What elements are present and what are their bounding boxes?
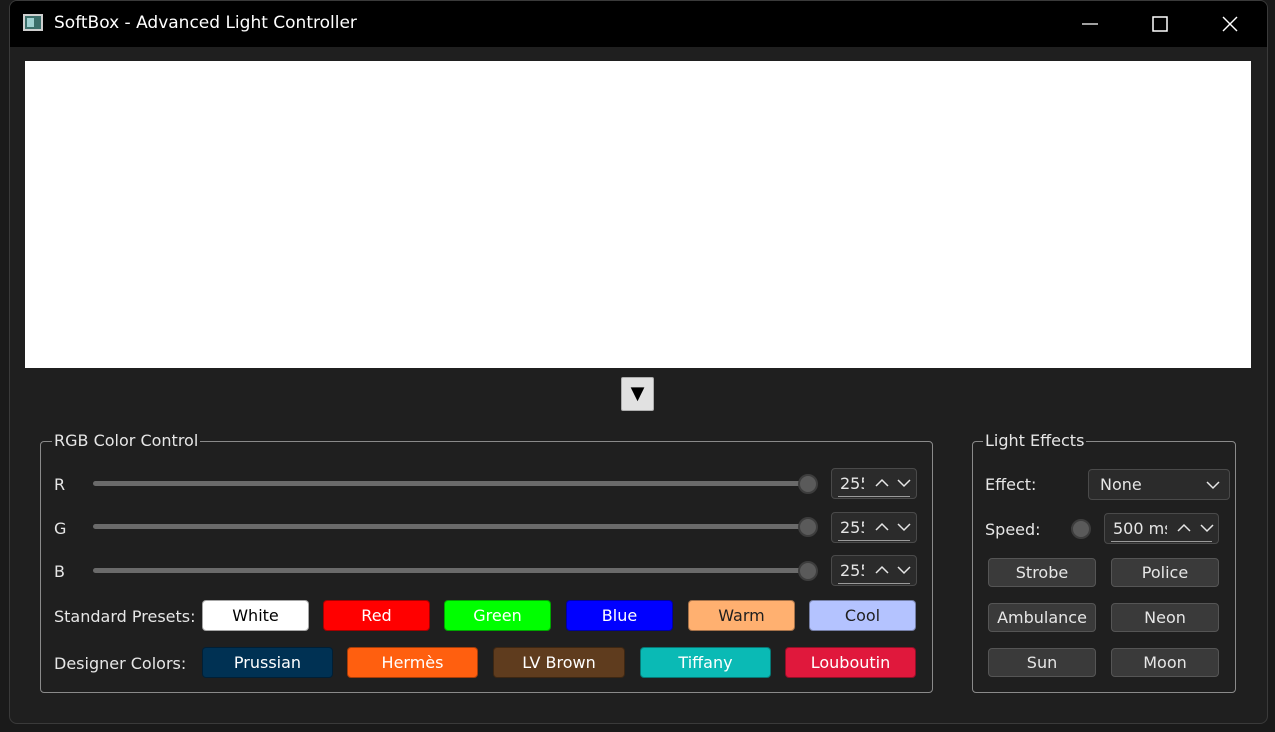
designer-lv-brown-button[interactable]: LV Brown [493,647,625,678]
chevron-down-icon[interactable] [897,564,911,576]
speed-slider-thumb[interactable] [1071,519,1091,539]
rgb-group-title: RGB Color Control [52,431,201,450]
minimize-button[interactable] [1055,1,1125,47]
channel-b-label: B [54,562,65,581]
chevron-up-icon[interactable] [875,564,889,576]
spinbox-r-value: 255 [840,474,864,493]
collapse-toggle-button[interactable]: ▼ [621,377,654,411]
designer-louboutin-button[interactable]: Louboutin [785,647,916,678]
slider-b-track[interactable] [93,568,817,573]
spinbox-g[interactable]: 255 [831,512,917,543]
preset-cool-button[interactable]: Cool [809,600,916,631]
slider-r-track[interactable] [93,481,817,486]
preset-blue-button[interactable]: Blue [566,600,673,631]
effect-strobe-button[interactable]: Strobe [988,558,1096,587]
effect-police-button[interactable]: Police [1111,558,1219,587]
minimize-icon [1082,23,1098,25]
spinbox-underline [838,540,910,541]
maximize-button[interactable] [1125,1,1195,47]
rgb-color-control-group: RGB Color Control R 255 G 255 B 255 [40,431,933,693]
spinbox-underline [838,583,910,584]
effects-group-title: Light Effects [983,431,1087,450]
slider-g-thumb[interactable] [798,517,818,537]
chevron-down-icon[interactable] [897,521,911,533]
spinbox-b-value: 255 [840,561,864,580]
effect-label: Effect: [985,475,1037,494]
preset-red-button[interactable]: Red [323,600,430,631]
designer-colors-label: Designer Colors: [54,654,187,673]
maximize-icon [1152,16,1168,32]
effect-moon-button[interactable]: Moon [1111,648,1219,677]
effect-ambulance-button[interactable]: Ambulance [988,603,1096,632]
close-button[interactable] [1195,1,1265,47]
designer-hermes-button[interactable]: Hermès [347,647,478,678]
standard-presets-label: Standard Presets: [54,607,196,626]
slider-r-thumb[interactable] [798,474,818,494]
spinbox-b[interactable]: 255 [831,555,917,586]
preset-warm-button[interactable]: Warm [688,600,795,631]
chevron-down-icon [1206,481,1220,490]
effect-dropdown[interactable]: None [1088,469,1230,500]
effect-sun-button[interactable]: Sun [988,648,1096,677]
spinbox-g-value: 255 [840,518,864,537]
light-preview [25,61,1251,368]
light-effects-group: Light Effects Effect: None Speed: 500 ms… [972,431,1236,693]
app-icon [23,14,43,31]
speed-spinbox[interactable]: 500 ms [1104,513,1219,544]
channel-g-label: G [54,519,67,538]
spinbox-underline [1111,541,1212,542]
window-title: SoftBox - Advanced Light Controller [54,13,357,33]
channel-r-label: R [54,475,66,494]
chevron-down-icon[interactable] [897,477,911,489]
chevron-up-icon[interactable] [875,477,889,489]
title-bar: SoftBox - Advanced Light Controller [10,1,1267,47]
close-icon [1222,16,1238,32]
speed-spinbox-value: 500 ms [1113,519,1167,538]
spinbox-r[interactable]: 255 [831,468,917,499]
chevron-down-icon[interactable] [1200,522,1214,534]
designer-prussian-button[interactable]: Prussian [202,647,333,678]
designer-tiffany-button[interactable]: Tiffany [640,647,771,678]
chevron-up-icon[interactable] [875,521,889,533]
app-window: SoftBox - Advanced Light Controller ▼ RG… [9,0,1268,724]
speed-label: Speed: [985,520,1041,539]
slider-b-thumb[interactable] [798,561,818,581]
effect-neon-button[interactable]: Neon [1111,603,1219,632]
chevron-up-icon[interactable] [1177,522,1191,534]
preset-green-button[interactable]: Green [444,600,551,631]
spinbox-underline [838,496,910,497]
slider-g-track[interactable] [93,524,817,529]
preset-white-button[interactable]: White [202,600,309,631]
effect-dropdown-value: None [1100,475,1142,494]
